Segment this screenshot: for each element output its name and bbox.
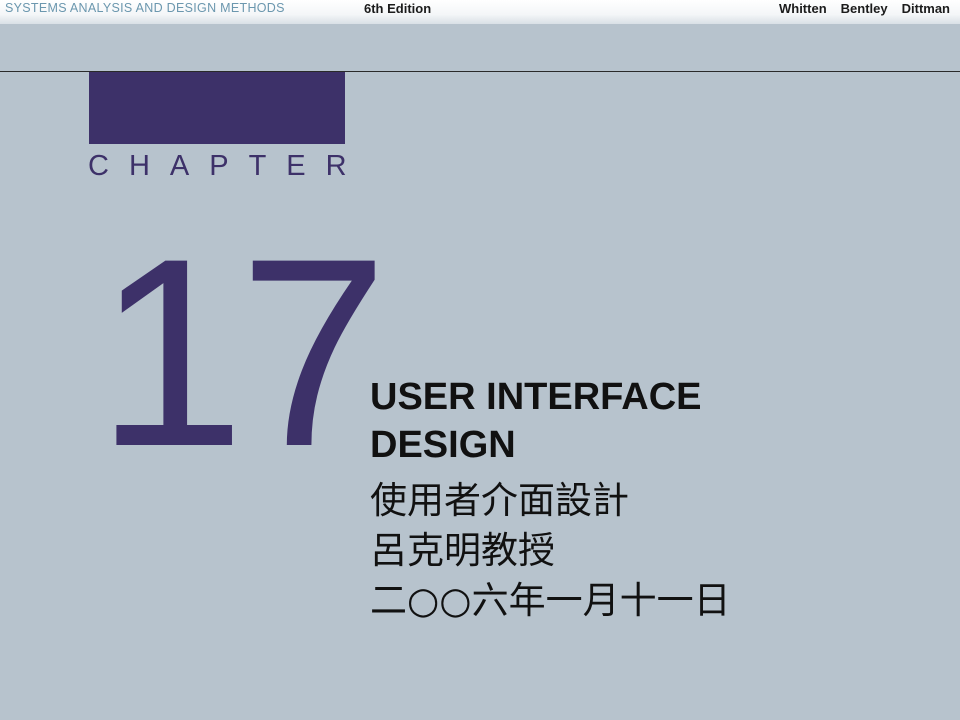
chapter-label: CHAPTER <box>88 150 367 182</box>
slide-title: USER INTERFACE DESIGN <box>370 373 790 469</box>
chapter-number: 17 <box>96 202 388 502</box>
author-name: Bentley <box>840 1 888 16</box>
slide-title-line: DESIGN <box>370 424 516 466</box>
chinese-title: 使用者介面設計 <box>370 479 629 522</box>
slide-subtitle: 使用者介面設計 呂克明教授 二○○六年一月十一日 <box>370 476 731 626</box>
header-bar: SYSTEMS ANALYSIS AND DESIGN METHODS 6th … <box>0 0 960 24</box>
author-name: Whitten <box>778 1 827 16</box>
book-title: SYSTEMS ANALYSIS AND DESIGN METHODS <box>5 1 285 15</box>
presentation-date: 二○○六年一月十一日 <box>370 579 731 622</box>
instructor-name: 呂克明教授 <box>370 529 555 572</box>
author-name: Dittman <box>901 1 950 16</box>
edition-label: 6th Edition <box>364 1 432 16</box>
authors: Whitten Bentley Dittman <box>779 1 950 16</box>
chapter-accent-block <box>89 72 345 144</box>
slide-title-line: USER INTERFACE <box>370 376 702 418</box>
